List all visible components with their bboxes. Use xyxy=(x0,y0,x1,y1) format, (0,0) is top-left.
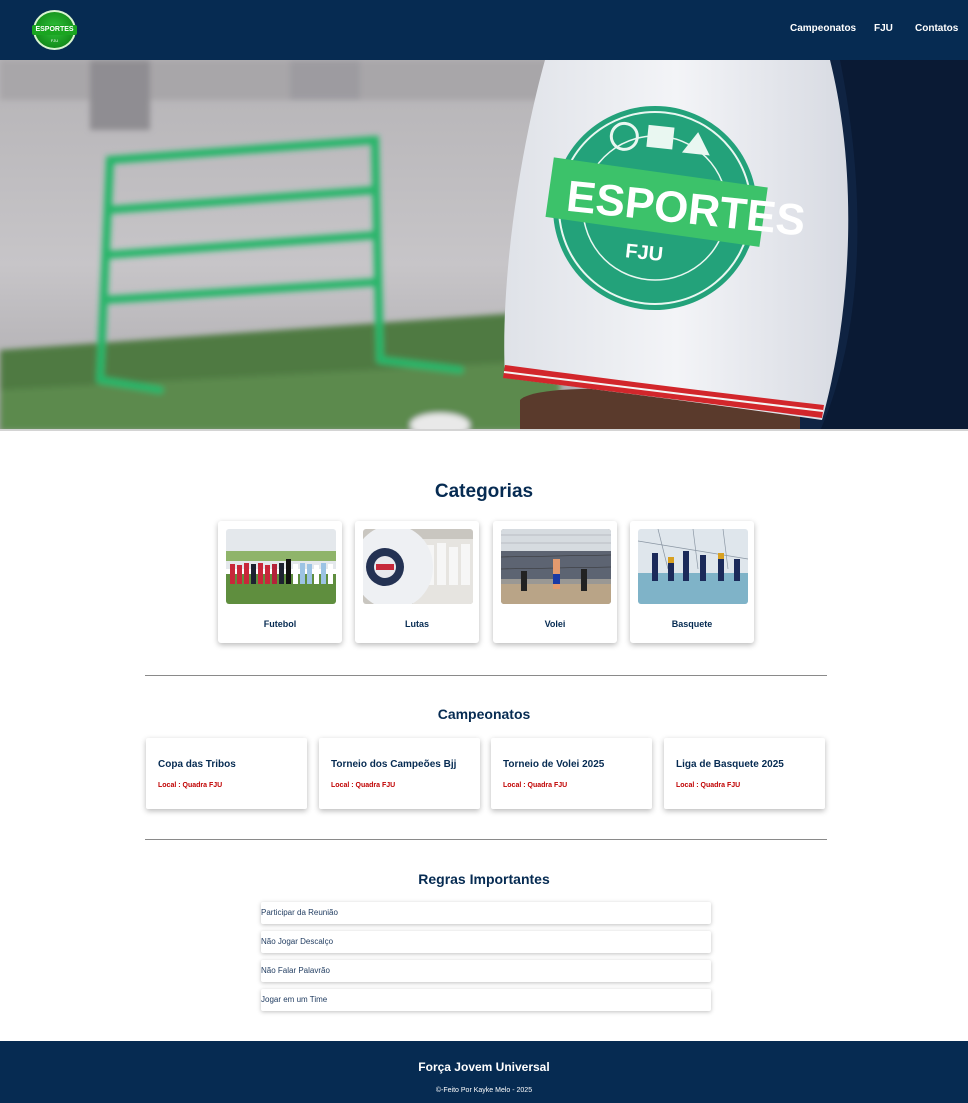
section-divider xyxy=(145,675,827,676)
campeonato-card-copa-das-tribos[interactable]: Copa das Tribos Local : Quadra FJU xyxy=(146,738,307,809)
esportes-logo[interactable]: ESPORTES FJU xyxy=(32,10,77,50)
rule-item: Participar da Reunião xyxy=(261,902,711,924)
campeonato-title: Torneio dos Campeões Bjj xyxy=(331,759,457,770)
hero-image: ESPORTES FJU xyxy=(0,60,968,429)
category-label: Basquete xyxy=(671,619,713,629)
campeonato-title: Copa das Tribos xyxy=(158,759,236,770)
category-card-volei[interactable]: Volei xyxy=(493,521,617,643)
category-label: Lutas xyxy=(404,619,429,629)
campeonato-card-liga-basquete[interactable]: Liga de Basquete 2025 Local : Quadra FJU xyxy=(664,738,825,809)
logo-band: ESPORTES xyxy=(32,25,77,35)
rule-text: Jogar em um Time xyxy=(261,995,328,1004)
logo-sub: FJU xyxy=(50,38,59,43)
footer-title: Força Jovem Universal xyxy=(418,1060,550,1074)
category-card-lutas[interactable]: Lutas xyxy=(355,521,479,643)
logo-text: ESPORTES xyxy=(35,26,74,33)
footer-credit: ©-Feito Por Kayke Melo - 2025 xyxy=(435,1087,533,1094)
section-divider xyxy=(145,839,827,840)
campeonato-local: Local : Quadra FJU xyxy=(158,782,223,789)
footer: Força Jovem Universal ©-Feito Por Kayke … xyxy=(0,1041,968,1103)
campeonatos-title: Campeonatos xyxy=(437,706,531,722)
category-label: Volei xyxy=(544,619,566,629)
campeonato-local: Local : Quadra FJU xyxy=(676,782,741,789)
campeonato-card-torneio-volei[interactable]: Torneio de Volei 2025 Local : Quadra FJU xyxy=(491,738,652,809)
campeonato-card-torneio-bjj[interactable]: Torneio dos Campeões Bjj Local : Quadra … xyxy=(319,738,480,809)
campeonato-title: Torneio de Volei 2025 xyxy=(503,759,605,770)
lutas-image xyxy=(363,529,473,604)
campeonato-local: Local : Quadra FJU xyxy=(331,782,396,789)
hero-banner: ESPORTES FJU xyxy=(0,60,968,431)
nav-link-campeonatos[interactable]: Campeonatos xyxy=(790,23,856,34)
category-label: Futebol xyxy=(263,619,297,629)
rule-text: Participar da Reunião xyxy=(261,908,338,917)
rule-item: Não Jogar Descalço xyxy=(261,931,711,953)
nav-link-contatos[interactable]: Contatos xyxy=(915,23,958,34)
navbar: ESPORTES FJU Campeonatos FJU Contatos xyxy=(0,0,968,60)
category-card-basquete[interactable]: Basquete xyxy=(630,521,754,643)
volei-image xyxy=(501,529,611,604)
futebol-image xyxy=(226,529,336,604)
campeonato-local: Local : Quadra FJU xyxy=(503,782,568,789)
nav-link-fju[interactable]: FJU xyxy=(874,23,893,34)
rule-text: Não Falar Palavrão xyxy=(261,966,330,975)
rule-item: Jogar em um Time xyxy=(261,989,711,1011)
categorias-title: Categorias xyxy=(434,481,534,502)
rule-item: Não Falar Palavrão xyxy=(261,960,711,982)
badge-fju-text: FJU xyxy=(624,240,664,266)
rule-text: Não Jogar Descalço xyxy=(261,937,334,946)
regras-title: Regras Importantes xyxy=(418,871,550,887)
category-card-futebol[interactable]: Futebol xyxy=(218,521,342,643)
basquete-image xyxy=(638,529,748,604)
campeonato-title: Liga de Basquete 2025 xyxy=(676,759,784,770)
